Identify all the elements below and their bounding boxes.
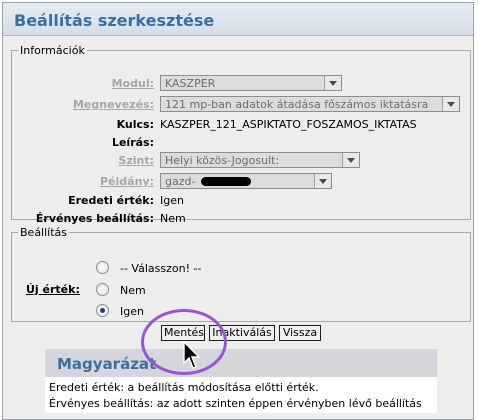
- settings-editor-window: Beállítás szerkesztése Információk Modul…: [2, 2, 474, 420]
- modul-value: KASZPER: [165, 77, 216, 90]
- explanation-panel: Magyarázat Eredeti érték: a beállítás mó…: [45, 349, 437, 413]
- chevron-down-icon[interactable]: [342, 153, 359, 167]
- peldany-value: gazd-: [165, 175, 196, 188]
- kulcs-row: Kulcs: KASZPER_121_ASPIKTATO_FOSZAMOS_IK…: [12, 116, 468, 134]
- chevron-down-icon[interactable]: [314, 174, 331, 188]
- peldany-row: Példány: gazd-: [12, 173, 468, 191]
- peldany-select[interactable]: gazd-: [160, 173, 332, 189]
- megnevezes-value: 121 mp-ban adatok átadása főszámos iktat…: [165, 98, 429, 111]
- ervenyes-label: Érvényes beállítás:: [35, 212, 154, 225]
- ervenyes-value: Nem: [160, 212, 186, 225]
- settings-fieldset: Beállítás Új érték: -- Válasszon! -- Nem…: [11, 226, 471, 322]
- megnevezes-select[interactable]: 121 mp-ban adatok átadása főszámos iktat…: [160, 96, 460, 112]
- title-bar: Beállítás szerkesztése: [3, 3, 473, 36]
- settings-legend: Beállítás: [20, 226, 68, 239]
- radio-button[interactable]: [96, 261, 109, 274]
- new-value-label: Új érték:: [26, 283, 80, 296]
- modul-row: Modul: KASZPER: [12, 75, 468, 93]
- eredeti-label: Eredeti érték:: [68, 194, 154, 207]
- szint-value: Helyi közös-Jogosult:: [165, 154, 280, 167]
- eredeti-row: Eredeti érték: Igen: [12, 192, 468, 210]
- mouse-cursor-icon: [183, 341, 201, 369]
- megnevezes-row: Megnevezés: 121 mp-ban adatok átadása fő…: [12, 96, 468, 114]
- explanation-header: Magyarázat: [45, 349, 437, 377]
- option-label[interactable]: Igen: [120, 305, 144, 318]
- modul-label: Modul:: [111, 77, 154, 90]
- szint-label: Szint:: [118, 154, 154, 167]
- explanation-line-2: Érvényes beállítás: az adott szinten épp…: [49, 397, 422, 410]
- modul-select[interactable]: KASZPER: [160, 75, 342, 91]
- option-label[interactable]: -- Válasszon! --: [120, 262, 201, 275]
- back-button[interactable]: Vissza: [279, 325, 321, 341]
- leiras-label: Leírás:: [111, 136, 154, 149]
- chevron-down-icon[interactable]: [324, 76, 341, 90]
- peldany-label: Példány:: [100, 175, 154, 188]
- page-title: Beállítás szerkesztése: [14, 11, 215, 30]
- leiras-row: Leírás:: [12, 134, 468, 152]
- chevron-down-icon[interactable]: [442, 97, 459, 111]
- megnevezes-label: Megnevezés:: [72, 98, 154, 111]
- radio-button[interactable]: [96, 283, 109, 296]
- explanation-title: Magyarázat: [57, 355, 157, 373]
- kulcs-value: KASZPER_121_ASPIKTATO_FOSZAMOS_IKTATAS: [160, 118, 417, 131]
- explanation-line-1: Eredeti érték: a beállítás módosítása el…: [49, 381, 319, 394]
- eredeti-value: Igen: [160, 194, 184, 207]
- szint-row: Szint: Helyi közös-Jogosult:: [12, 152, 468, 170]
- info-fieldset: Információk Modul: KASZPER Megnevezés: 1…: [11, 44, 471, 225]
- info-legend: Információk: [20, 44, 85, 57]
- redaction-mark: [201, 177, 251, 186]
- option-label[interactable]: Nem: [120, 284, 146, 297]
- kulcs-label: Kulcs:: [116, 118, 154, 131]
- radio-button-selected[interactable]: [96, 304, 109, 317]
- szint-select[interactable]: Helyi közös-Jogosult:: [160, 152, 360, 168]
